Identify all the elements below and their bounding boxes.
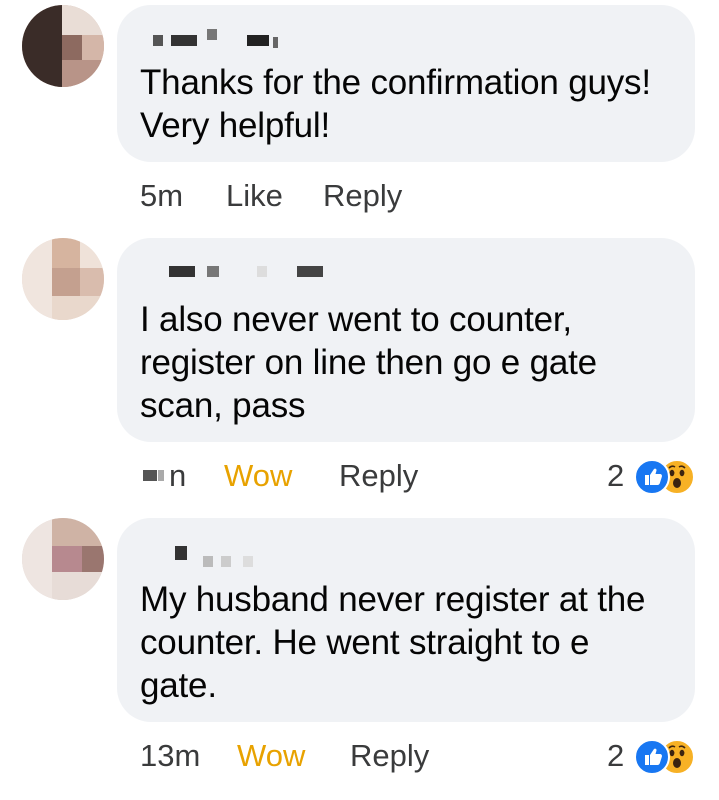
wow-reaction-button[interactable]: Wow <box>237 736 305 776</box>
like-icon <box>634 459 670 495</box>
comment-text: My husband never register at the counter… <box>140 580 646 705</box>
like-button[interactable]: Like <box>226 176 283 216</box>
author-name-redacted[interactable] <box>147 542 347 567</box>
like-icon <box>634 739 670 775</box>
comment-bubble: My husband never register at the counter… <box>117 518 695 722</box>
timestamp[interactable]: 13m <box>140 736 200 776</box>
reply-button[interactable]: Reply <box>350 736 429 776</box>
reply-button[interactable]: Reply <box>323 176 402 216</box>
avatar[interactable] <box>22 518 104 600</box>
avatar[interactable] <box>22 5 104 87</box>
reaction-count: 2 <box>607 738 625 773</box>
reaction-summary[interactable]: 2 <box>607 736 699 776</box>
comment-text: Thanks for the confirmation guys! Very h… <box>140 63 651 145</box>
author-name-redacted[interactable] <box>147 262 347 280</box>
comment-bubble: I also never went to counter, register o… <box>117 238 695 442</box>
wow-reaction-button[interactable]: Wow <box>224 456 292 496</box>
reaction-summary[interactable]: 2 <box>607 456 699 496</box>
avatar[interactable] <box>22 238 104 320</box>
reply-button[interactable]: Reply <box>339 456 418 496</box>
author-name-redacted[interactable] <box>147 29 347 48</box>
comment-text: I also never went to counter, register o… <box>140 300 597 425</box>
comment-bubble: Thanks for the confirmation guys! Very h… <box>117 5 695 162</box>
reaction-count: 2 <box>607 458 625 493</box>
timestamp[interactable]: 5m <box>140 176 183 216</box>
